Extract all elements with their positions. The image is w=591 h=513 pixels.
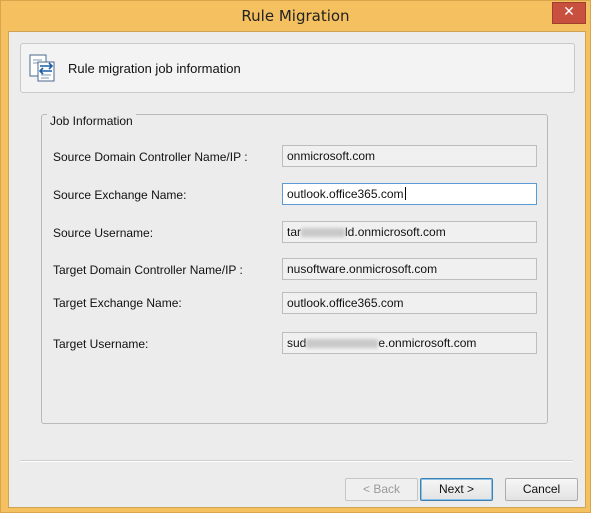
- close-icon: ✕: [563, 4, 575, 20]
- target-username-prefix: sud: [287, 336, 307, 350]
- job-information-legend: Job Information: [47, 114, 136, 128]
- header-panel: Rule migration job information: [20, 43, 575, 93]
- target-dc-value: nusoftware.onmicrosoft.com: [287, 262, 438, 276]
- cancel-button[interactable]: Cancel: [505, 478, 578, 501]
- target-username-label: Target Username:: [53, 337, 149, 351]
- close-button[interactable]: ✕: [552, 2, 586, 24]
- title-bar[interactable]: Rule Migration ✕: [1, 1, 590, 31]
- source-exchange-value: outlook.office365.com: [287, 187, 404, 201]
- header-title: Rule migration job information: [68, 61, 241, 76]
- rule-migration-icon: [29, 54, 55, 82]
- source-dc-input[interactable]: onmicrosoft.com: [282, 145, 537, 167]
- target-dc-input[interactable]: nusoftware.onmicrosoft.com: [282, 258, 537, 280]
- dialog-window: Rule Migration ✕ Rule migration job info…: [0, 0, 591, 513]
- source-dc-value: onmicrosoft.com: [287, 149, 376, 163]
- footer-separator: [20, 460, 573, 462]
- dialog-body: Rule migration job information Job Infor…: [8, 31, 586, 508]
- back-button[interactable]: < Back: [345, 478, 418, 501]
- target-dc-label: Target Domain Controller Name/IP :: [53, 263, 243, 277]
- source-username-input[interactable]: tar ld.onmicrosoft.com: [282, 221, 537, 243]
- redacted-text: [306, 339, 379, 348]
- next-button[interactable]: Next >: [420, 478, 493, 501]
- source-exchange-label: Source Exchange Name:: [53, 188, 187, 202]
- source-username-label: Source Username:: [53, 226, 154, 240]
- text-caret: [404, 187, 406, 200]
- window-title: Rule Migration: [241, 7, 350, 25]
- source-username-prefix: tar: [287, 225, 302, 239]
- source-dc-label: Source Domain Controller Name/IP :: [53, 150, 248, 164]
- target-exchange-label: Target Exchange Name:: [53, 296, 182, 310]
- target-username-input[interactable]: sud e.onmicrosoft.com: [282, 332, 537, 354]
- target-exchange-value: outlook.office365.com: [287, 296, 404, 310]
- redacted-text: [301, 228, 346, 237]
- source-exchange-input[interactable]: outlook.office365.com: [282, 183, 537, 205]
- source-username-suffix: ld.onmicrosoft.com: [345, 225, 446, 239]
- target-username-suffix: e.onmicrosoft.com: [378, 336, 477, 350]
- target-exchange-input[interactable]: outlook.office365.com: [282, 292, 537, 314]
